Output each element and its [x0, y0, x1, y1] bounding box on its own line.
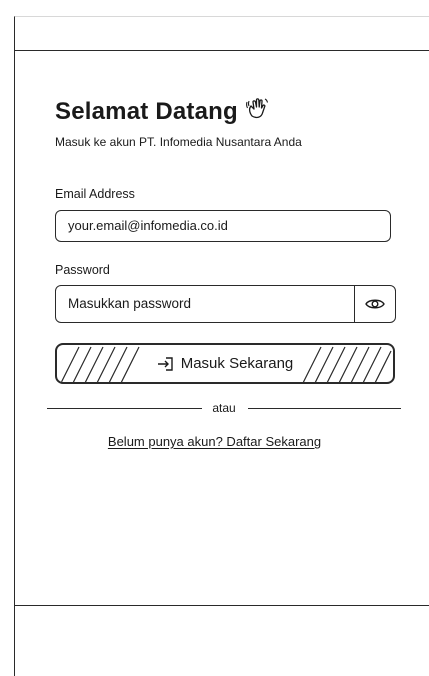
toggle-password-button[interactable]: [356, 286, 394, 321]
page-title: Selamat Datang: [55, 96, 270, 126]
login-button-label-group: Masuk Sekarang: [148, 355, 302, 372]
password-field-divider: [354, 286, 355, 322]
password-field-group: Masukkan password: [55, 285, 396, 323]
or-divider: atau: [47, 399, 401, 417]
login-button-content: Masuk Sekarang: [57, 345, 393, 382]
password-field[interactable]: Masukkan password: [68, 286, 191, 322]
enter-icon: [157, 356, 173, 371]
password-label: Password: [55, 263, 110, 277]
footer-divider: [14, 605, 429, 606]
or-divider-line-right: [248, 408, 401, 409]
eye-icon: [365, 299, 385, 308]
login-button[interactable]: Masuk Sekarang: [55, 343, 395, 384]
page-title-text: Selamat Datang: [55, 98, 238, 125]
register-link[interactable]: Belum punya akun? Daftar Sekarang: [0, 434, 429, 449]
login-button-label: Masuk Sekarang: [180, 355, 294, 372]
page-subtitle: Masuk ke akun PT. Infomedia Nusantara An…: [55, 135, 302, 149]
email-field[interactable]: your.email@infomedia.co.id: [55, 210, 391, 242]
email-label: Email Address: [55, 187, 135, 201]
waving-hand-icon: [245, 98, 268, 119]
header-divider: [14, 50, 429, 51]
